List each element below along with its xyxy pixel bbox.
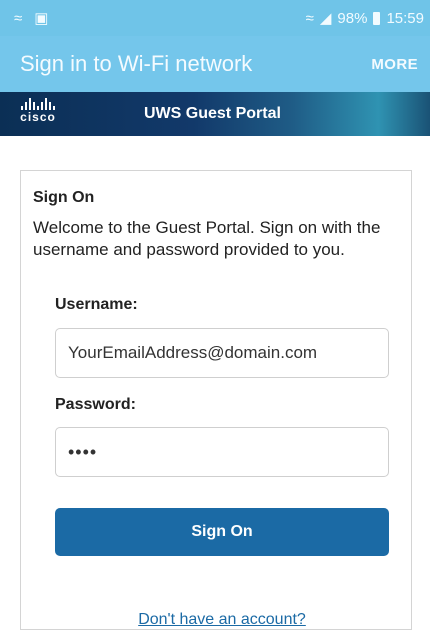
battery-percentage: 98%	[337, 9, 368, 27]
status-left-icons: ≈ ▣	[14, 9, 49, 28]
username-input[interactable]	[55, 328, 389, 378]
status-right-group: ≈ ◢ 98% 15:59	[305, 9, 424, 28]
battery-icon	[373, 11, 381, 25]
more-button[interactable]: MORE	[371, 56, 418, 73]
wifi-signal-icon: ≈	[14, 9, 23, 27]
status-bar: ≈ ▣ ≈ ◢ 98% 15:59	[0, 0, 430, 36]
cisco-logo-text: cisco	[20, 110, 56, 124]
wifi-icon: ≈	[305, 9, 314, 27]
create-account-link[interactable]: Don't have an account?	[55, 611, 389, 629]
welcome-text: Welcome to the Guest Portal. Sign on wit…	[33, 218, 381, 259]
status-time: 15:59	[386, 9, 424, 27]
cisco-logo: cisco	[18, 98, 58, 124]
app-bar: Sign in to Wi-Fi network MORE	[0, 36, 430, 92]
portal-header: cisco UWS Guest Portal	[0, 92, 430, 136]
portal-title: UWS Guest Portal	[144, 105, 281, 122]
sign-on-button[interactable]: Sign On	[55, 508, 389, 556]
sign-on-heading: Sign On	[33, 189, 95, 206]
password-label: Password:	[55, 396, 136, 413]
password-input[interactable]	[55, 427, 389, 477]
app-title: Sign in to Wi-Fi network	[20, 51, 253, 76]
cellular-signal-icon: ◢	[319, 10, 332, 27]
sign-on-card: Sign On Welcome to the Guest Portal. Sig…	[20, 170, 412, 630]
image-notification-icon: ▣	[34, 10, 49, 27]
username-label: Username:	[55, 296, 138, 313]
cisco-bars-icon	[18, 98, 58, 110]
